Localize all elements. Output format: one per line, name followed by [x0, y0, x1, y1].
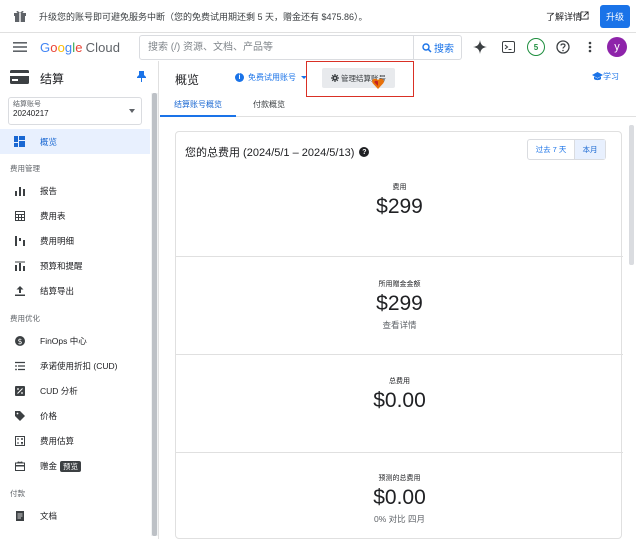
gift-icon: [14, 10, 26, 22]
more-options-icon[interactable]: [580, 37, 600, 57]
google-cloud-logo[interactable]: Google Cloud: [40, 40, 120, 55]
school-icon: [592, 72, 603, 81]
sidebar-item-billing-export[interactable]: 结算导出: [0, 278, 150, 303]
card-title: 您的总费用 (2024/5/1 – 2024/5/13) ?: [185, 144, 370, 160]
metric-value: $0.00: [373, 389, 426, 412]
section-cost-optimization: 费用优化: [10, 314, 40, 323]
divider: [176, 256, 623, 257]
top-header: GoogleCloud 搜索 5 y: [0, 33, 636, 61]
range-this-month[interactable]: 本月: [575, 140, 605, 159]
metric-forecast-total: 预测的总费用 $0.00 0% 对比 四月: [176, 473, 623, 525]
learn-link[interactable]: 学习: [592, 71, 619, 82]
main-scrollbar[interactable]: [627, 117, 636, 539]
percent-box-icon: [14, 385, 25, 396]
menu-icon[interactable]: [13, 41, 27, 53]
search-input[interactable]: [140, 36, 412, 59]
table-icon: [14, 210, 25, 221]
sidebar-scrollbar[interactable]: [151, 93, 158, 536]
info-icon: i: [235, 73, 244, 82]
chevron-down-icon: [129, 109, 135, 113]
sidebar-header: 结算: [0, 61, 159, 93]
metric-value: $299: [376, 292, 423, 315]
promo-banner: 升级您的账号即可避免服务中断（您的免费试用期还剩 5 天，赠金还有 $475.8…: [0, 0, 636, 33]
metric-value: $0.00: [373, 486, 426, 509]
external-link-icon: [580, 11, 589, 20]
section-payments: 付款: [10, 489, 25, 498]
range-last-7-days[interactable]: 过去 7 天: [528, 140, 575, 159]
date-range-toggle: 过去 7 天 本月: [527, 139, 606, 160]
sidebar-item-finops[interactable]: $ FinOps 中心: [0, 328, 150, 353]
calculator-icon: [14, 435, 25, 446]
sidebar-item-credits[interactable]: 赠金 预览: [0, 453, 150, 478]
help-icon[interactable]: ?: [359, 147, 370, 157]
manage-billing-account-button[interactable]: 管理结算账号: [322, 68, 395, 88]
sidebar-title: 结算: [40, 72, 65, 86]
sidebar-item-cost-table[interactable]: 费用表: [0, 203, 150, 228]
sidebar-item-budgets[interactable]: 预算和提醒: [0, 253, 150, 278]
sidebar: 结算 结算账号 20240217 概览 费用管理 报告 费用表 费用明细 预算和…: [0, 61, 159, 539]
search-button[interactable]: 搜索: [413, 36, 462, 59]
cursor-marker-icon: [372, 78, 384, 89]
main-content: 概览 i 免费试用账号 管理结算账号 学习 结算账号概览 付款概览 您的总费用 …: [160, 61, 636, 539]
cloud-shell-icon[interactable]: [498, 37, 518, 57]
metric-total-cost: 总费用 $0.00: [176, 376, 623, 413]
sidebar-item-documents[interactable]: 文档: [0, 503, 150, 528]
billing-card-icon: [10, 70, 29, 84]
metric-comparison: 0% 对比 四月: [373, 514, 425, 524]
scrollbar-thumb[interactable]: [629, 125, 634, 265]
sidebar-item-cud-analysis[interactable]: CUD 分析: [0, 378, 150, 403]
budget-chart-icon: [14, 260, 25, 271]
trial-account-dropdown[interactable]: i 免费试用账号: [235, 72, 307, 83]
tab-account-overview[interactable]: 结算账号概览: [174, 99, 222, 110]
search-icon: [422, 42, 432, 53]
search-box: 搜索: [139, 35, 462, 60]
notifications-badge[interactable]: 5: [526, 37, 546, 57]
divider: [176, 452, 623, 453]
upgrade-button[interactable]: 升级: [600, 5, 630, 28]
bar-chart-icon: [14, 185, 25, 196]
billing-account-select[interactable]: 结算账号 20240217: [8, 97, 142, 125]
promo-message: 升级您的账号即可避免服务中断（您的免费试用期还剩 5 天，赠金还有 $475.8…: [39, 12, 368, 22]
sidebar-item-cost-estimate[interactable]: 费用估算: [0, 428, 150, 453]
page-title: 概览: [175, 73, 200, 87]
upload-icon: [14, 285, 25, 296]
help-icon[interactable]: [553, 37, 573, 57]
pin-icon[interactable]: [137, 71, 146, 82]
sidebar-item-pricing[interactable]: 价格: [0, 403, 150, 428]
sidebar-item-cost-breakdown[interactable]: 费用明细: [0, 228, 150, 253]
metric-value: $299: [376, 195, 423, 218]
tag-icon: [14, 410, 25, 421]
divider: [176, 354, 623, 355]
dashboard-icon: [14, 136, 25, 147]
account-avatar[interactable]: y: [607, 37, 627, 57]
view-details-link[interactable]: 查看详情: [176, 319, 623, 331]
dollar-circle-icon: $: [14, 335, 25, 346]
section-cost-management: 费用管理: [10, 164, 40, 173]
active-tab-indicator: [160, 115, 236, 117]
learn-more-link[interactable]: 了解详情: [546, 10, 582, 23]
gear-icon: [331, 74, 339, 82]
total-cost-card: 您的总费用 (2024/5/1 – 2024/5/13) ? 过去 7 天 本月…: [175, 131, 623, 539]
sidebar-item-cud[interactable]: 承诺使用折扣 (CUD): [0, 353, 150, 378]
tab-payment-overview[interactable]: 付款概览: [253, 99, 285, 110]
preview-badge: 预览: [60, 460, 82, 472]
svg-text:$: $: [17, 336, 22, 345]
tab-bar: 结算账号概览 付款概览: [160, 95, 636, 117]
metric-cost: 费用 $299: [176, 182, 623, 219]
gemini-sparkle-icon[interactable]: [470, 37, 490, 57]
sidebar-item-overview[interactable]: 概览: [0, 129, 150, 154]
list-percent-icon: [14, 360, 25, 371]
gift-card-icon: [14, 460, 25, 471]
sidebar-item-reports[interactable]: 报告: [0, 178, 150, 203]
document-icon: [14, 510, 25, 521]
scrollbar-thumb[interactable]: [152, 93, 157, 536]
waterfall-chart-icon: [14, 235, 25, 246]
main-header: 概览 i 免费试用账号 管理结算账号 学习: [160, 61, 636, 97]
metric-credits-used: 所用赠金金额 $299 查看详情: [176, 279, 623, 331]
